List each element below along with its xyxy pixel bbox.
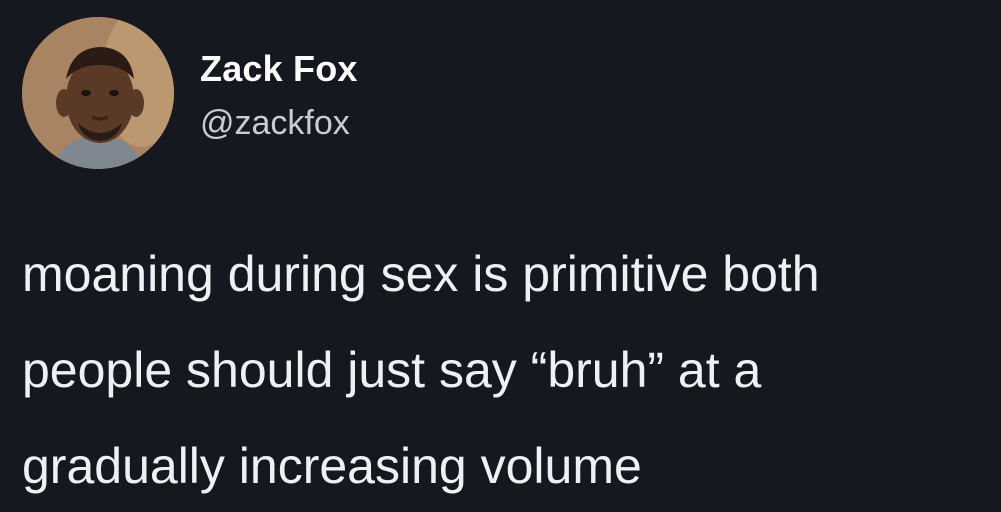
tweet-text-line: people should just say “bruh” at a <box>22 342 762 398</box>
tweet-text-line: gradually increasing volume <box>22 438 642 494</box>
tweet-text-line: moaning during sex is primitive both <box>22 246 820 302</box>
tweet-text: moaning during sex is primitive both peo… <box>22 226 982 512</box>
author-handle[interactable]: @zackfox <box>200 104 350 143</box>
avatar[interactable] <box>22 17 174 169</box>
tweet-card: Zack Fox @zackfox moaning during sex is … <box>0 0 1001 512</box>
profile-photo-icon <box>22 17 174 169</box>
author-name[interactable]: Zack Fox <box>200 48 358 90</box>
